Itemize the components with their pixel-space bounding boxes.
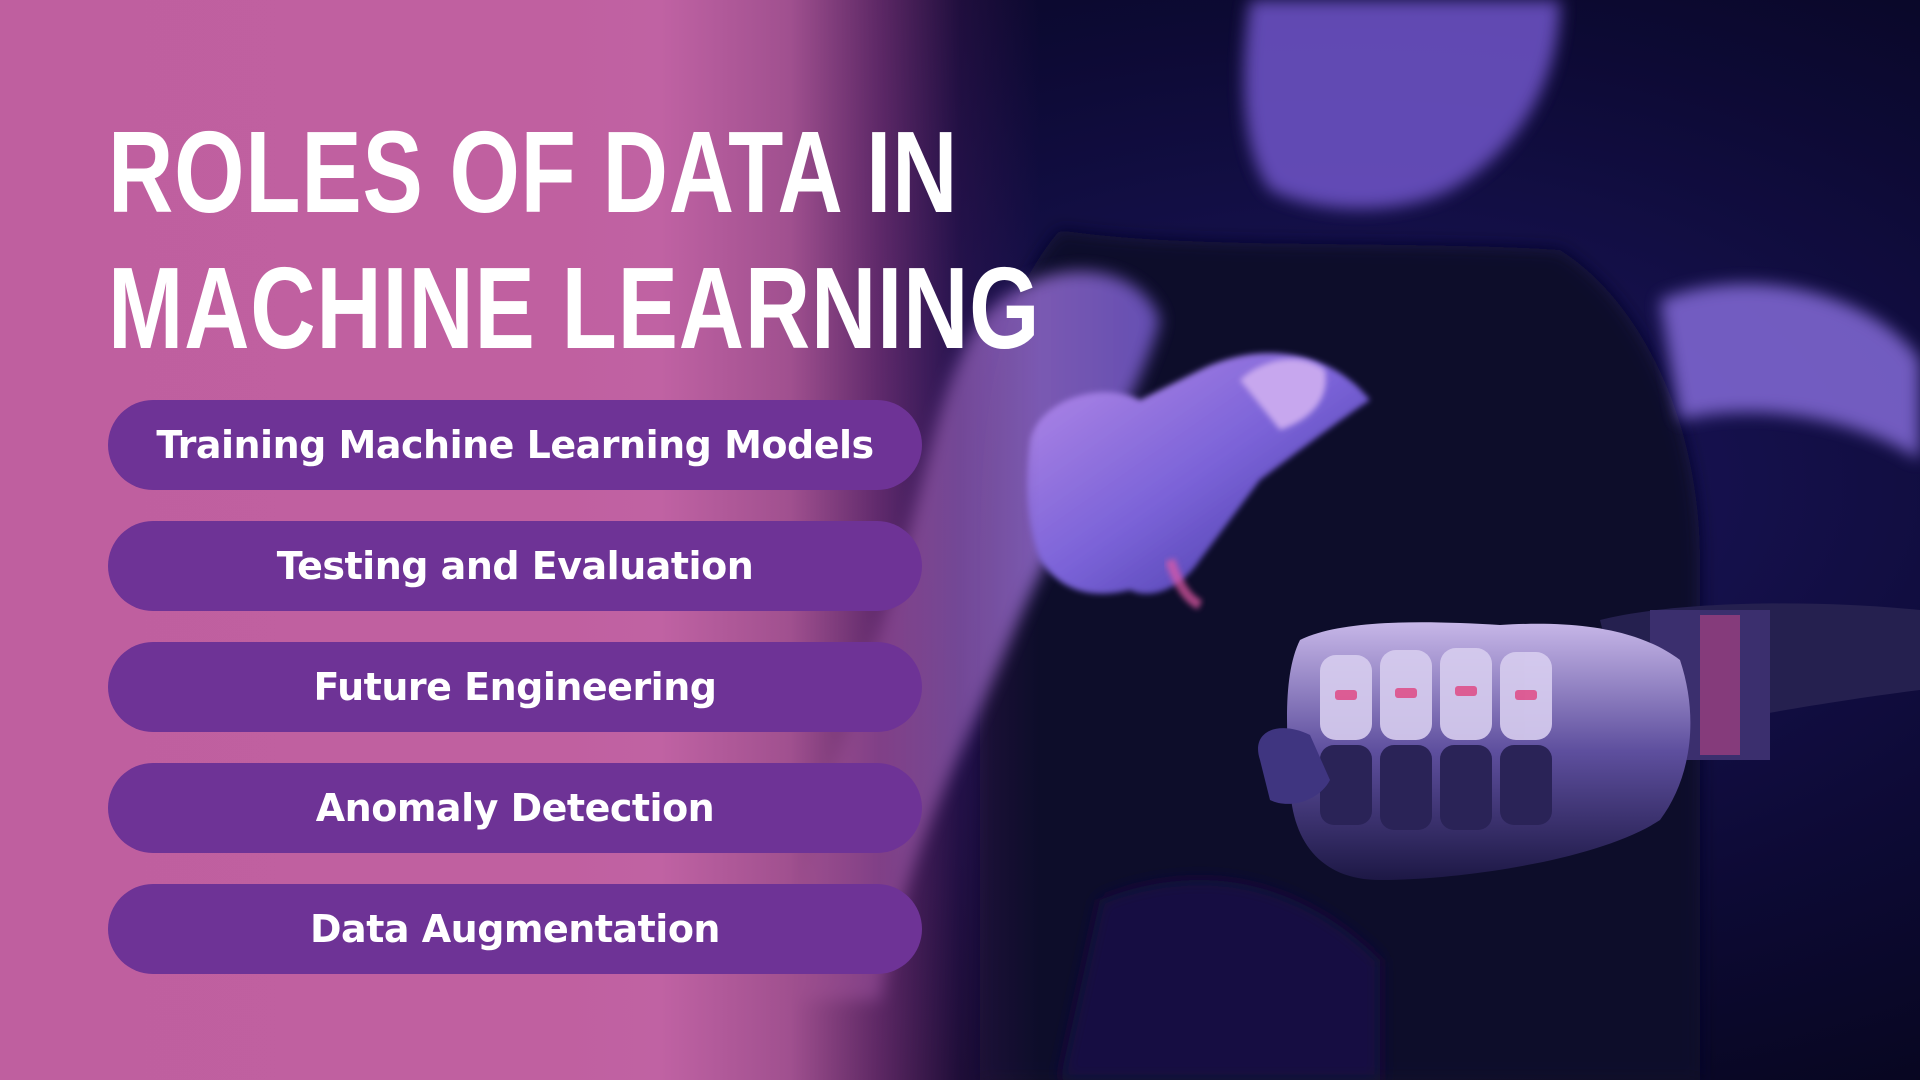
roles-list: Training Machine Learning Models Testing… [108,400,922,1005]
list-item-label: Anomaly Detection [315,786,715,830]
title-line-2: MACHINE LEARNING [108,243,1041,373]
list-item-label: Data Augmentation [310,907,720,951]
title-line-1: ROLES OF DATA IN [108,107,959,237]
list-item-label: Future Engineering [313,665,717,709]
list-item-label: Testing and Evaluation [276,544,754,588]
list-item-anomaly-detection: Anomaly Detection [108,763,922,853]
list-item-training-models: Training Machine Learning Models [108,400,922,490]
list-item-label: Training Machine Learning Models [156,423,874,467]
slide: ROLES OF DATA IN MACHINE LEARNING Traini… [0,0,1920,1080]
list-item-testing-evaluation: Testing and Evaluation [108,521,922,611]
list-item-data-augmentation: Data Augmentation [108,884,922,974]
page-title: ROLES OF DATA IN MACHINE LEARNING [108,104,1040,376]
list-item-future-engineering: Future Engineering [108,642,922,732]
